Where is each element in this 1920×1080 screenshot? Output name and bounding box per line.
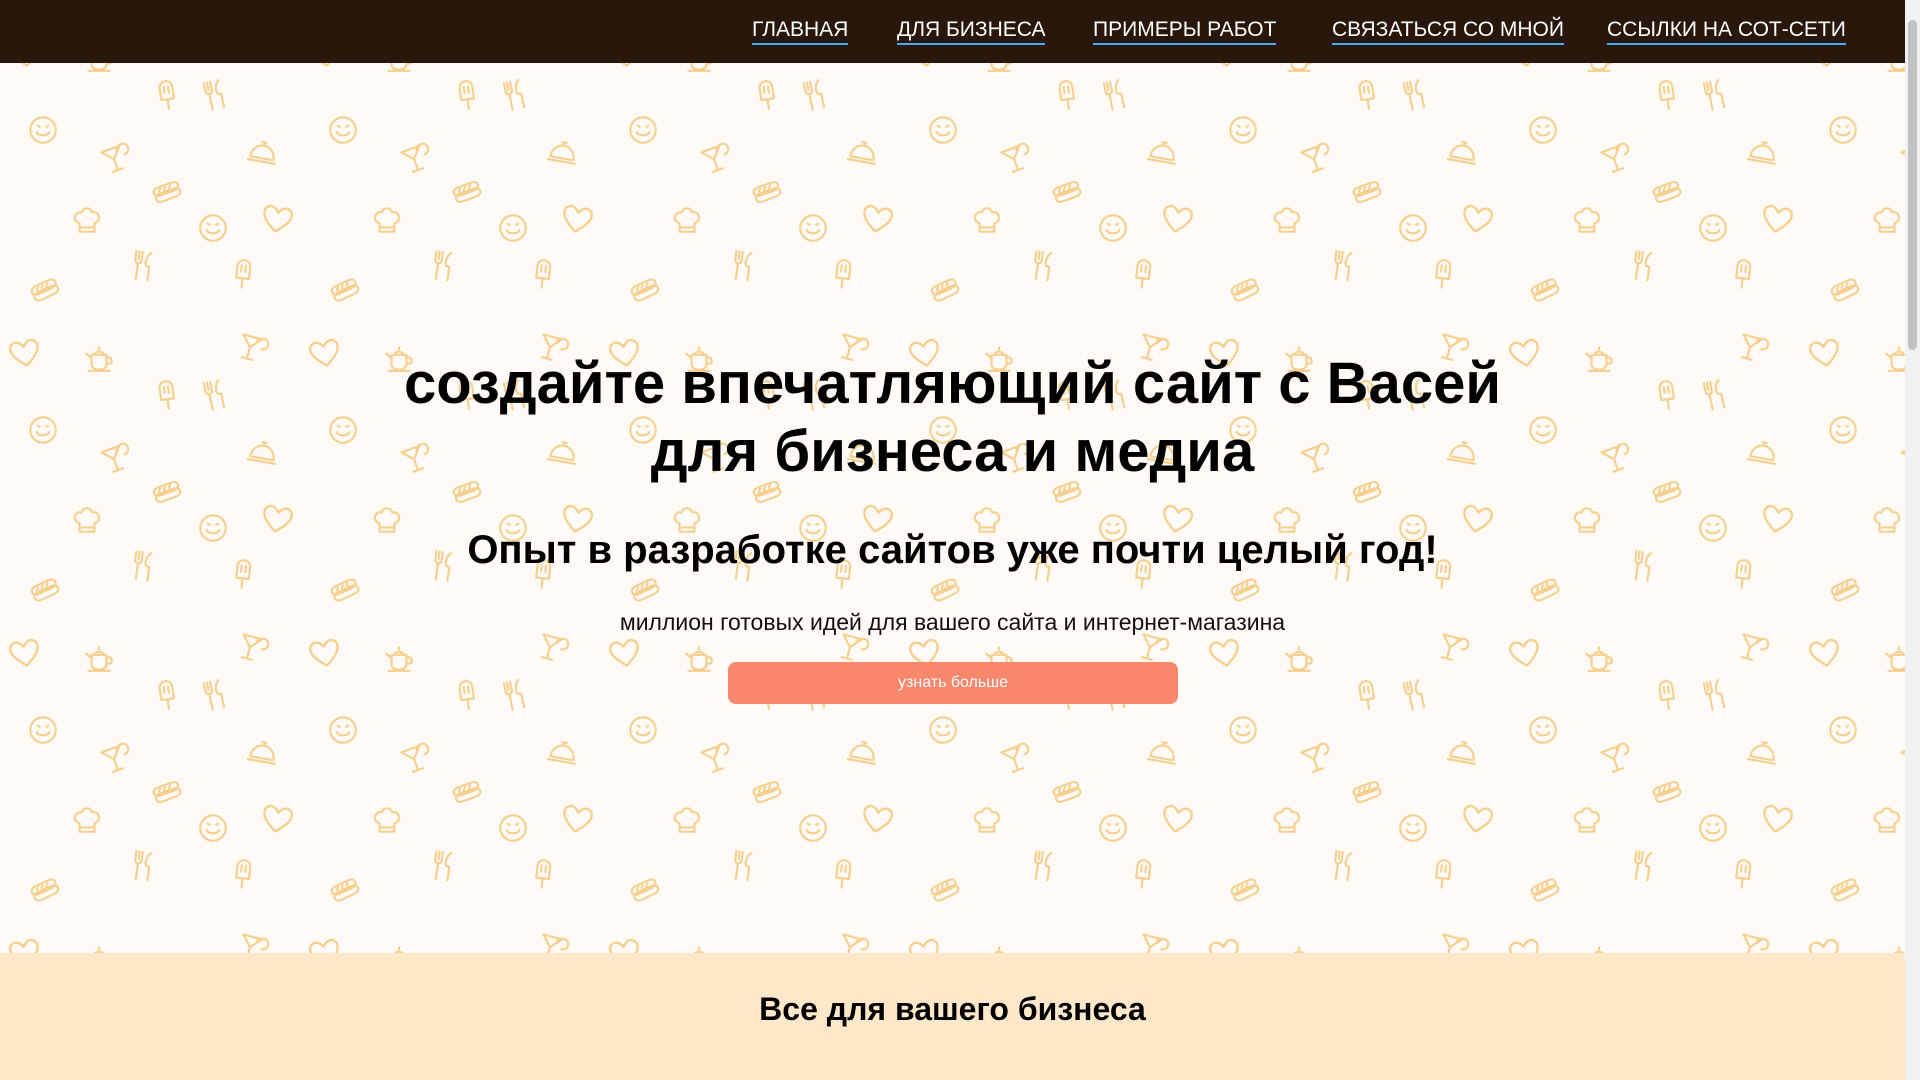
page: ГЛАВНАЯ ДЛЯ БИЗНЕСА ПРИМЕРЫ РАБОТ СВЯЗАТ… xyxy=(0,0,1920,1080)
nav-link-home[interactable]: ГЛАВНАЯ xyxy=(752,17,849,45)
nav-link-social[interactable]: ССЫЛКИ НА СОТ-СЕТИ xyxy=(1607,17,1846,45)
nav-link-contact[interactable]: СВЯЗАТЬСЯ СО МНОЙ xyxy=(1332,17,1564,45)
hero-content: создайте впечатляющий сайт с Васей для б… xyxy=(0,63,1905,953)
hero-title-line-1: создайте впечатляющий сайт с Васей xyxy=(404,351,1501,416)
hero-description: миллион готовых идей для вашего сайта и … xyxy=(619,609,1286,635)
scrollbar-thumb[interactable] xyxy=(1908,20,1917,350)
business-section: Все для вашего бизнеса xyxy=(0,953,1905,1080)
business-section-title: Все для вашего бизнеса xyxy=(759,991,1146,1027)
hero-title-line-2: для бизнеса и медиа xyxy=(650,419,1255,484)
hero-section: создайте впечатляющий сайт с Васей для б… xyxy=(0,63,1905,953)
top-nav: ГЛАВНАЯ ДЛЯ БИЗНЕСА ПРИМЕРЫ РАБОТ СВЯЗАТ… xyxy=(0,0,1905,63)
hero-subtitle: Опыт в разработке сайтов уже почти целый… xyxy=(467,528,1438,572)
nav-link-portfolio[interactable]: ПРИМЕРЫ РАБОТ xyxy=(1093,17,1277,45)
hero-title: создайте впечатляющий сайт с Васей для б… xyxy=(0,350,1905,486)
learn-more-button[interactable]: узнать больше xyxy=(728,662,1178,704)
vertical-scrollbar[interactable] xyxy=(1905,0,1920,1080)
nav-link-for-business[interactable]: ДЛЯ БИЗНЕСА xyxy=(897,17,1046,45)
page-content: ГЛАВНАЯ ДЛЯ БИЗНЕСА ПРИМЕРЫ РАБОТ СВЯЗАТ… xyxy=(0,0,1905,1080)
